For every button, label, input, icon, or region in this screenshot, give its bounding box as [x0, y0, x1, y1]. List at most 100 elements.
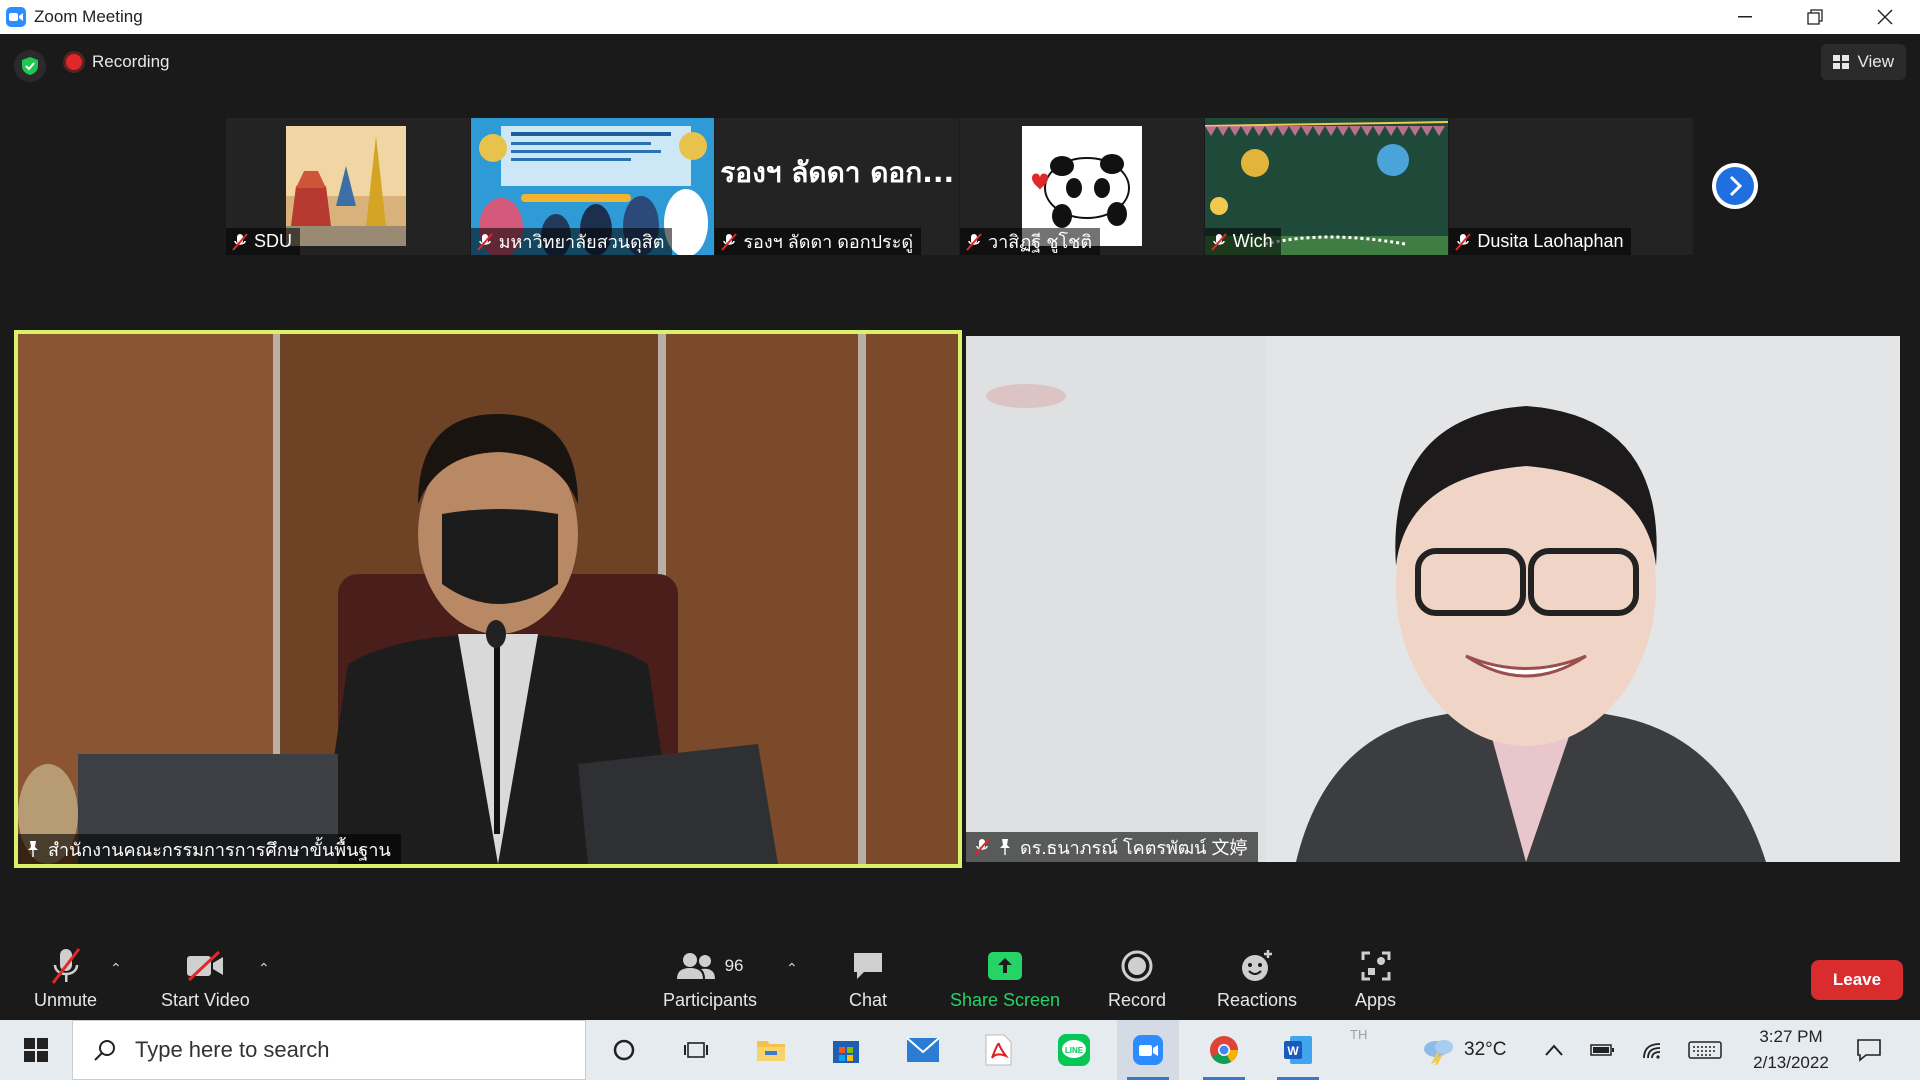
- network-indicator[interactable]: [1642, 1020, 1666, 1080]
- participant-name-label: มหาวิทยาลัยสวนดุสิต: [470, 228, 673, 255]
- start-button[interactable]: [0, 1020, 72, 1080]
- battery-indicator[interactable]: [1590, 1020, 1616, 1080]
- unmute-button[interactable]: Unmute: [34, 946, 97, 1011]
- clock-time: 3:27 PM: [1759, 1027, 1823, 1046]
- folder-icon: [757, 1041, 785, 1061]
- participant-video[interactable]: ดร.ธนาภรณ์ โคตรพัฒน์ 文婷: [966, 336, 1900, 862]
- participants-count: 96: [724, 956, 744, 975]
- share-screen-icon: [987, 946, 1023, 986]
- apps-icon: [1360, 946, 1392, 986]
- zoom-app-icon: [1133, 1035, 1163, 1065]
- chat-button[interactable]: Chat: [849, 946, 887, 1011]
- record-button[interactable]: Record: [1108, 946, 1166, 1011]
- svg-text:W: W: [1287, 1044, 1299, 1058]
- ime-indicator[interactable]: TH: [1350, 1024, 1367, 1044]
- line-app-button[interactable]: LINE: [1043, 1020, 1105, 1080]
- microsoft-store-button[interactable]: [815, 1020, 877, 1080]
- participant-name-label: รองฯ ลัดดา ดอกประดู่: [715, 228, 922, 255]
- participant-video-frame: [966, 336, 1900, 862]
- mic-muted-icon: [232, 232, 248, 251]
- search-placeholder: Type here to search: [135, 1037, 330, 1062]
- mic-muted-icon: [966, 232, 982, 251]
- view-label: View: [1857, 52, 1894, 71]
- participant-name-label: Wich: [1204, 228, 1281, 255]
- video-options-caret-icon[interactable]: ⌃: [258, 960, 270, 977]
- participant-name-label: วาสิฏฐี ชูโชติ: [960, 228, 1101, 255]
- keyboard-icon: [1688, 1041, 1722, 1059]
- mic-muted-icon: [49, 946, 83, 986]
- zoom-meeting-window: Zoom Meeting Recording View SDU มหาวิทยา…: [0, 0, 1920, 1080]
- temple-image: [286, 126, 406, 246]
- notification-icon: [1857, 1039, 1881, 1062]
- participant-name-label: SDU: [226, 228, 301, 255]
- start-video-button[interactable]: Start Video: [161, 946, 250, 1011]
- word-button[interactable]: W: [1267, 1020, 1329, 1080]
- taskbar-search-box[interactable]: Type here to search: [72, 1020, 586, 1080]
- participant-tile[interactable]: วาสิฏฐี ชูโชติ: [960, 118, 1204, 255]
- window-title: Zoom Meeting: [34, 7, 143, 26]
- file-explorer-button[interactable]: [740, 1020, 802, 1080]
- recording-indicator[interactable]: Recording: [66, 52, 170, 72]
- participants-icon: [676, 953, 715, 979]
- participant-tile[interactable]: รองฯ ลัดดา ดอก... รองฯ ลัดดา ดอกประดู่: [715, 118, 960, 255]
- video-off-icon: [185, 946, 225, 986]
- word-icon: W: [1284, 1036, 1312, 1064]
- show-hidden-icons-button[interactable]: [1544, 1020, 1564, 1080]
- taskbar-clock[interactable]: 3:27 PM 2/13/2022: [1736, 1024, 1846, 1076]
- zoom-logo-icon: [6, 7, 26, 27]
- store-icon: [833, 1041, 859, 1063]
- view-button[interactable]: View: [1821, 44, 1906, 80]
- participants-options-caret-icon[interactable]: ⌃: [786, 960, 798, 977]
- reactions-smile-icon: [1239, 946, 1275, 986]
- record-icon: [1121, 946, 1153, 986]
- chat-icon: [851, 946, 885, 986]
- participants-button[interactable]: 96 Participants: [663, 946, 757, 1011]
- wifi-icon: [1643, 1043, 1661, 1059]
- reactions-button[interactable]: Reactions: [1217, 946, 1297, 1011]
- mail-icon: [906, 1037, 940, 1062]
- weather-widget[interactable]: 32°C: [1422, 1020, 1506, 1080]
- task-view-button-2[interactable]: [665, 1020, 727, 1080]
- line-icon: LINE: [1058, 1034, 1090, 1066]
- windows-taskbar: Type here to search: [0, 1020, 1920, 1080]
- participant-tile[interactable]: SDU: [226, 118, 470, 255]
- mic-muted-icon: [721, 232, 738, 251]
- participant-tile[interactable]: Wich: [1204, 118, 1449, 255]
- restore-button[interactable]: [1780, 0, 1850, 34]
- apps-button[interactable]: Apps: [1355, 946, 1396, 1011]
- cortana-circle-icon: [613, 1039, 635, 1061]
- security-shield-icon[interactable]: [14, 50, 46, 82]
- grid-view-icon: [1833, 55, 1850, 69]
- minimize-button[interactable]: [1710, 0, 1780, 34]
- audio-options-caret-icon[interactable]: ⌃: [110, 960, 122, 977]
- participant-display-name: รองฯ ลัดดา ดอก...: [720, 156, 955, 189]
- participant-tile[interactable]: มหาวิทยาลัยสวนดุสิต: [470, 118, 715, 255]
- weather-storm-icon: [1424, 1040, 1453, 1065]
- chrome-button[interactable]: [1193, 1020, 1255, 1080]
- touch-keyboard-button[interactable]: [1688, 1020, 1722, 1080]
- participant-name-label: ดร.ธนาภรณ์ โคตรพัฒน์ 文婷: [966, 832, 1258, 862]
- task-view-button[interactable]: [593, 1020, 655, 1080]
- active-speaker-video[interactable]: สำนักงานคณะกรรมการการศึกษาขั้นพื้นฐาน: [14, 330, 962, 868]
- mail-button[interactable]: [892, 1020, 954, 1080]
- temperature: 32°C: [1464, 1039, 1507, 1060]
- participant-name-label: สำนักงานคณะกรรมการการศึกษาขั้นพื้นฐาน: [18, 834, 401, 864]
- next-page-button[interactable]: [1712, 163, 1758, 209]
- close-button[interactable]: [1850, 0, 1920, 34]
- chevron-up-icon: [1545, 1044, 1563, 1056]
- pin-icon: [28, 841, 38, 857]
- share-screen-button[interactable]: Share Screen: [950, 946, 1060, 1011]
- leave-button[interactable]: Leave: [1811, 960, 1903, 1000]
- speaker-video-frame: [18, 334, 958, 864]
- participant-tile[interactable]: Dusita Laohaphan: [1449, 118, 1694, 255]
- windows-logo-icon: [24, 1038, 48, 1062]
- notifications-button[interactable]: [1856, 1020, 1882, 1080]
- zoom-taskbar-button[interactable]: [1117, 1020, 1179, 1080]
- task-view-icon: [684, 1042, 708, 1058]
- participant-name-label: Dusita Laohaphan: [1449, 228, 1632, 255]
- pin-icon: [1000, 839, 1010, 855]
- battery-icon: [1590, 1044, 1614, 1056]
- mic-muted-icon: [1210, 232, 1227, 251]
- clock-date: 2/13/2022: [1753, 1053, 1829, 1072]
- acrobat-button[interactable]: [967, 1020, 1029, 1080]
